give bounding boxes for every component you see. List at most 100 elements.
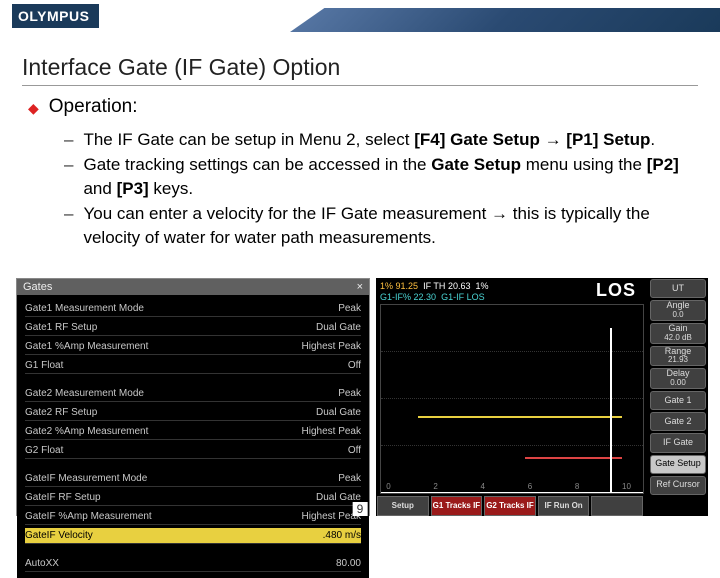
- dialog-row[interactable]: G1 Float Off: [25, 358, 361, 374]
- softkey-gate-1[interactable]: Gate 1: [650, 391, 706, 410]
- ifgate-bar: [525, 457, 622, 459]
- dialog-body: Gate1 Measurement Mode Peak Gate1 RF Setup…: [17, 295, 369, 578]
- dash-bullet-icon: –: [64, 128, 73, 151]
- right-softkeys: UT Angle0.0Gain42.0 dBRange21.93Delay0.00…: [648, 278, 708, 496]
- row-value: Highest Peak: [302, 341, 361, 352]
- row-value: Off: [348, 445, 361, 456]
- dialog-row[interactable]: Gate1 RF Setup Dual Gate: [25, 320, 361, 336]
- xtick: 4: [481, 482, 485, 491]
- brand-logo: OLYMPUS: [12, 4, 99, 28]
- xtick: 0: [386, 482, 390, 491]
- row-label: GateIF RF Setup: [25, 492, 101, 503]
- softkey-value: 21.93: [668, 356, 688, 365]
- xtick: 8: [575, 482, 579, 491]
- grid-line: [381, 351, 643, 352]
- row-value: Peak: [338, 388, 361, 399]
- row-label: Gate2 RF Setup: [25, 407, 97, 418]
- softkey-label: Ref Cursor: [656, 480, 700, 490]
- softkey-ref-cursor[interactable]: Ref Cursor: [650, 476, 706, 495]
- row-label: GateIF Velocity: [25, 530, 93, 541]
- page-number: 9: [353, 502, 368, 516]
- dialog-row[interactable]: Gate2 Measurement Mode Peak: [25, 386, 361, 402]
- softkey-label: Gate 1: [664, 396, 691, 406]
- diamond-bullet-icon: ◆: [28, 96, 39, 120]
- bullet-text: The IF Gate can be setup in Menu 2, sele…: [83, 128, 655, 151]
- readouts: 1% 91.25 IF TH 20.63 1% G1-IF% 22.30 G1-…: [380, 281, 489, 303]
- baseline: [381, 492, 643, 493]
- row-label: Gate1 Measurement Mode: [25, 303, 144, 314]
- xtick: 10: [622, 482, 631, 491]
- row-value: Peak: [338, 303, 361, 314]
- row-label: AutoXX: [25, 558, 59, 569]
- bottom-softkey[interactable]: Setup: [377, 496, 429, 516]
- dialog-titlebar: Gates ×: [17, 279, 369, 295]
- operation-heading: Operation:: [49, 96, 138, 120]
- dialog-row[interactable]: Gate1 %Amp Measurement Highest Peak: [25, 339, 361, 355]
- dialog-row[interactable]: GateIF RF SetupDual Gate: [25, 490, 361, 506]
- softkey-angle[interactable]: Angle0.0: [650, 300, 706, 321]
- bottom-softkey[interactable]: IF Run On: [538, 496, 590, 516]
- dialog-row[interactable]: GateIF Measurement Mode Peak: [25, 471, 361, 487]
- dialog-row: [25, 547, 361, 553]
- bottom-softkey[interactable]: G2 Tracks IF: [484, 496, 536, 516]
- bottom-softkeys: SetupG1 Tracks IFG2 Tracks IFIF Run On: [376, 496, 644, 516]
- row-label: G2 Float: [25, 445, 63, 456]
- row-label: Gate2 Measurement Mode: [25, 388, 144, 399]
- row-label: GateIF %Amp Measurement: [25, 511, 152, 522]
- bullet-l2-item: – Gate tracking settings can be accessed…: [64, 153, 698, 200]
- row-value: Highest Peak: [302, 426, 361, 437]
- softkey-delay[interactable]: Delay0.00: [650, 368, 706, 389]
- row-value: .480 m/s: [323, 530, 361, 541]
- gate1-bar: [418, 416, 622, 418]
- dialog-row[interactable]: Gate2 %Amp Measurement Highest Peak: [25, 424, 361, 440]
- xtick: 2: [433, 482, 437, 491]
- row-value: Dual Gate: [316, 407, 361, 418]
- screenshots-row: Gates × Gate1 Measurement ModePeakGate1 …: [16, 278, 708, 516]
- softkey-label: Gate Setup: [655, 459, 701, 469]
- row-label: G1 Float: [25, 360, 63, 371]
- bullet-l2-item: – The IF Gate can be setup in Menu 2, se…: [64, 128, 698, 151]
- softkey-gate-2[interactable]: Gate 2: [650, 412, 706, 431]
- row-label: Gate1 RF Setup: [25, 322, 97, 333]
- dialog-row-selected[interactable]: GateIF Velocity .480 m/s: [25, 528, 361, 544]
- softkey-label: UT: [672, 284, 684, 294]
- row-value: Peak: [338, 473, 361, 484]
- dialog-row[interactable]: AutoXX80.00: [25, 556, 361, 572]
- bullet-l1: ◆ Operation:: [28, 96, 698, 120]
- close-icon[interactable]: ×: [357, 281, 363, 293]
- instrument-screen: 1% 91.25 IF TH 20.63 1% G1-IF% 22.30 G1-…: [376, 278, 708, 516]
- dialog-row[interactable]: Gate1 Measurement Mode Peak: [25, 301, 361, 317]
- dialog-row[interactable]: GateIF %Amp MeasurementHighest Peak: [25, 509, 361, 525]
- los-indicator: LOS: [596, 280, 636, 301]
- softkey-value: 0.00: [670, 379, 686, 388]
- row-value: Dual Gate: [316, 322, 361, 333]
- bottom-softkey[interactable]: [591, 496, 643, 516]
- bullet-l2-group: – The IF Gate can be setup in Menu 2, se…: [64, 128, 698, 249]
- dialog-row[interactable]: G2 Float Off: [25, 443, 361, 459]
- row-label: GateIF Measurement Mode: [25, 473, 147, 484]
- dialog-row[interactable]: Gate2 RF Setup Dual Gate: [25, 405, 361, 421]
- xtick: 6: [528, 482, 532, 491]
- softkey-range[interactable]: Range21.93: [650, 346, 706, 367]
- softkey-if-gate[interactable]: IF Gate: [650, 433, 706, 452]
- softkey-value: 42.0 dB: [664, 334, 692, 343]
- brand-bar: OLYMPUS: [0, 0, 720, 40]
- softkey-gain[interactable]: Gain42.0 dB: [650, 323, 706, 344]
- signal-peak: [610, 328, 612, 493]
- softkey-label: Gate 2: [664, 417, 691, 427]
- grid-line: [381, 398, 643, 399]
- row-value: Off: [348, 360, 361, 371]
- ascan-plot: 0 2 4 6 8 10: [380, 304, 644, 494]
- softkey-gate-setup[interactable]: Gate Setup: [650, 455, 706, 474]
- bottom-softkey[interactable]: G1 Tracks IF: [431, 496, 483, 516]
- softkey-value: 0.0: [672, 311, 683, 320]
- slide-title: Interface Gate (IF Gate) Option: [22, 54, 698, 86]
- dash-bullet-icon: –: [64, 153, 73, 200]
- dialog-row: [25, 462, 361, 468]
- row-label: Gate1 %Amp Measurement: [25, 341, 148, 352]
- softkey-ut[interactable]: UT: [650, 279, 706, 298]
- grid-line: [381, 445, 643, 446]
- row-label: Gate2 %Amp Measurement: [25, 426, 148, 437]
- bullet-text: You can enter a velocity for the IF Gate…: [83, 202, 698, 249]
- dash-bullet-icon: –: [64, 202, 73, 249]
